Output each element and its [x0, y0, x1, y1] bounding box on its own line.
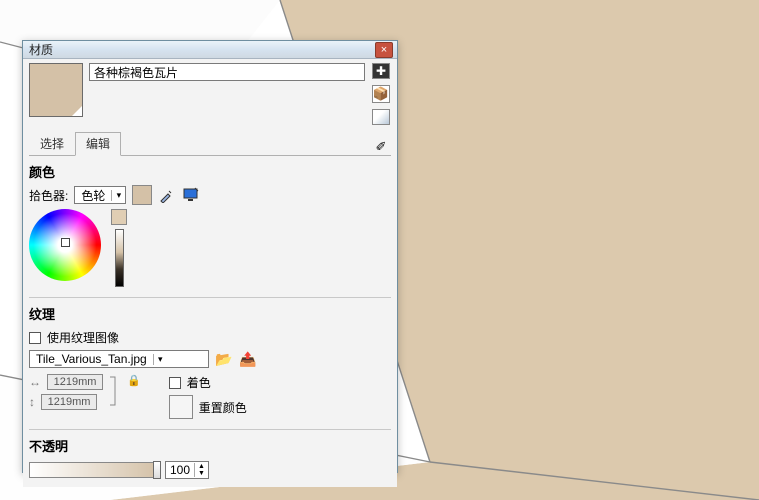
match-color-object-icon[interactable]	[158, 186, 176, 204]
value-swatch	[111, 209, 127, 225]
export-texture-icon[interactable]: 📤	[239, 350, 257, 368]
tab-select[interactable]: 选择	[29, 132, 75, 155]
height-arrow-icon: ↕	[29, 395, 35, 409]
section-texture-label: 纹理	[29, 304, 391, 323]
colorize-label: 着色	[187, 374, 211, 391]
section-color-label: 颜色	[29, 162, 391, 181]
titlebar[interactable]: 材质 ×	[23, 41, 397, 59]
texture-file-select[interactable]: Tile_Various_Tan.jpg ▾	[29, 350, 209, 368]
spin-down-icon[interactable]: ▼	[195, 470, 208, 477]
width-arrow-icon: ↔	[29, 375, 41, 389]
aspect-lock-icon[interactable]: 🔒	[127, 374, 141, 387]
section-opacity-label: 不透明	[29, 436, 391, 455]
opacity-spinner[interactable]: ▲ ▼	[165, 461, 209, 479]
use-texture-checkbox[interactable]	[29, 332, 41, 344]
opacity-value-input[interactable]	[166, 463, 194, 477]
use-texture-label: 使用纹理图像	[47, 329, 119, 346]
tabs: 选择 编辑 ✐	[29, 131, 391, 156]
texture-height-input[interactable]	[41, 394, 97, 410]
browse-texture-icon[interactable]: 📂	[215, 350, 233, 368]
materials-dialog: 材质 × ✚ 📦 选择 编辑 ✐ 颜色 拾色器: 色轮	[22, 40, 398, 473]
spin-up-icon[interactable]: ▲	[195, 463, 208, 470]
add-to-library-button[interactable]: 📦	[372, 85, 390, 103]
window-title: 材质	[27, 41, 375, 58]
picker-mode-value: 色轮	[75, 187, 111, 204]
chevron-down-icon: ▾	[153, 354, 167, 365]
value-slider[interactable]	[115, 229, 124, 287]
match-color-screen-icon[interactable]	[182, 186, 200, 204]
texture-file-value: Tile_Various_Tan.jpg	[30, 352, 153, 366]
picker-mode-select[interactable]: 色轮 ▾	[74, 186, 126, 204]
reset-color-label[interactable]: 重置颜色	[199, 399, 247, 416]
chevron-down-icon: ▾	[111, 190, 125, 201]
aspect-lock-bracket	[110, 374, 120, 408]
eyedropper-icon[interactable]: ✐	[371, 139, 391, 155]
color-wheel[interactable]	[29, 209, 101, 281]
texture-width-input[interactable]	[47, 374, 103, 390]
material-name-input[interactable]	[89, 63, 365, 81]
color-swatch[interactable]	[132, 185, 152, 205]
close-button[interactable]: ×	[375, 42, 393, 58]
tab-edit[interactable]: 编辑	[75, 132, 121, 156]
picker-label: 拾色器:	[29, 187, 68, 204]
colorize-checkbox[interactable]	[169, 377, 181, 389]
material-swatch[interactable]	[29, 63, 83, 117]
default-material-button[interactable]	[372, 109, 390, 125]
create-material-button[interactable]: ✚	[372, 63, 390, 79]
opacity-slider[interactable]	[29, 462, 159, 478]
colorize-swatch[interactable]	[169, 395, 193, 419]
